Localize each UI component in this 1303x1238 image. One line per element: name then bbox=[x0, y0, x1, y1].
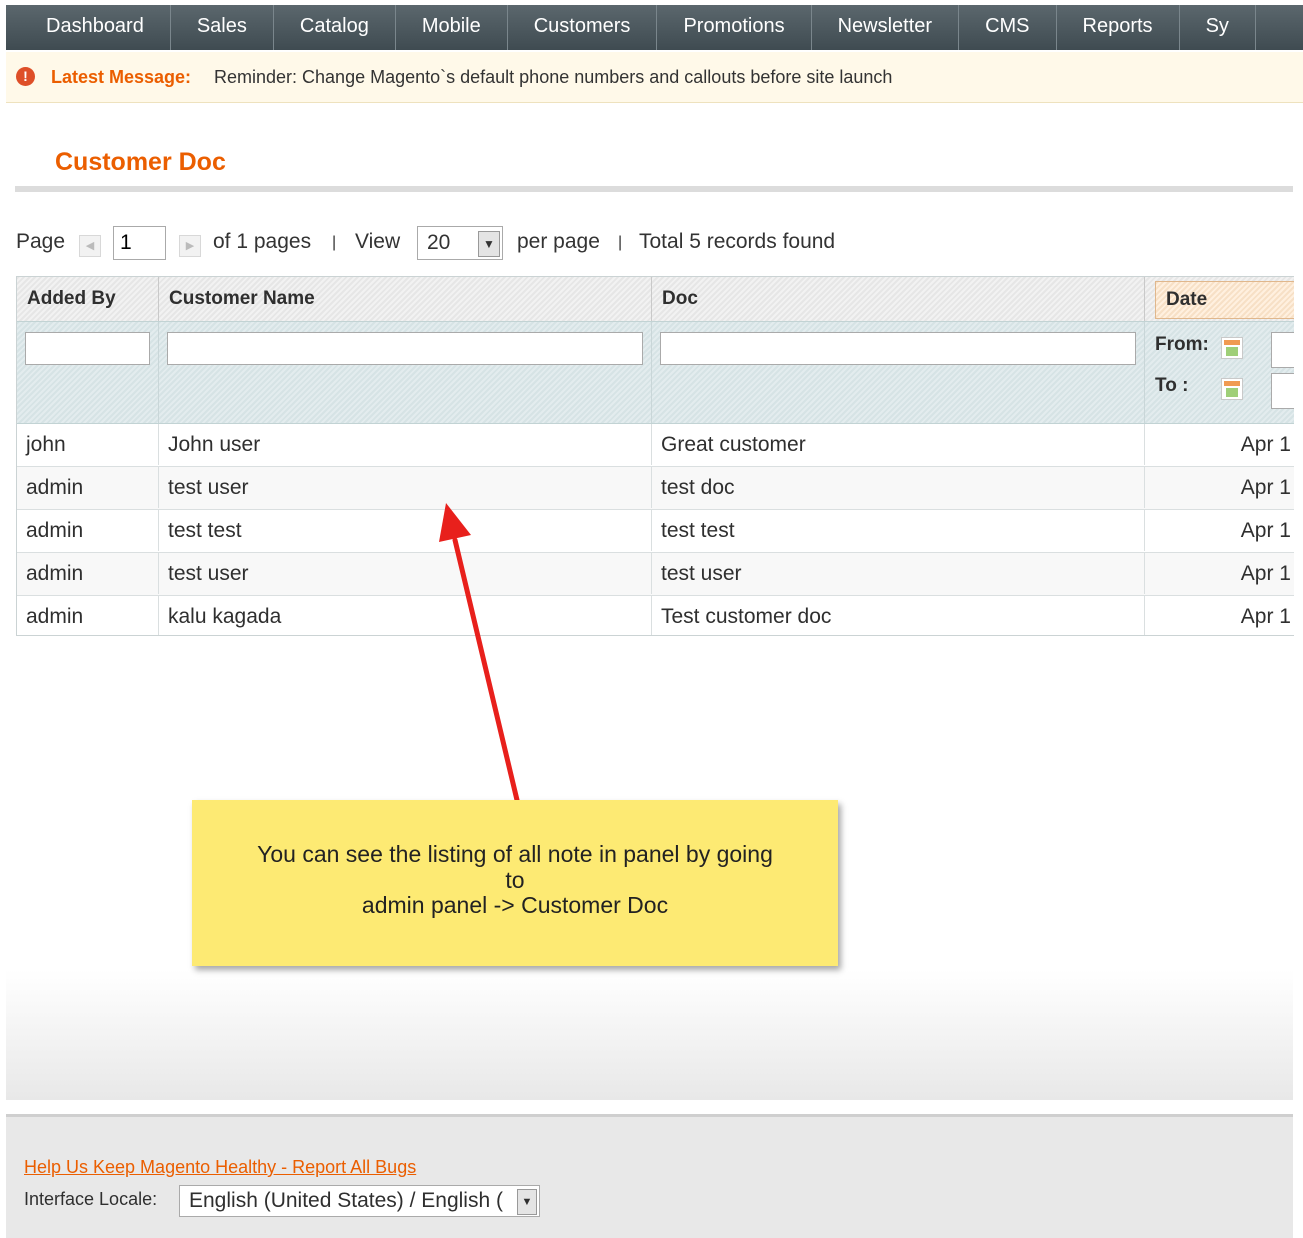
table-row[interactable]: admin test user test user Apr 1 bbox=[17, 553, 1294, 596]
cell-customer-name: test user bbox=[159, 467, 652, 508]
date-to-input[interactable] bbox=[1271, 373, 1294, 409]
column-header-date[interactable]: Date bbox=[1155, 281, 1294, 319]
cell-doc: test test bbox=[652, 510, 1145, 551]
added-by-filter-input[interactable] bbox=[25, 332, 150, 365]
customer-name-filter-input[interactable] bbox=[167, 332, 643, 365]
top-nav: Dashboard Sales Catalog Mobile Customers… bbox=[6, 5, 1303, 50]
grid-body: john John user Great customer Apr 1 admi… bbox=[17, 424, 1294, 635]
chevron-down-icon: ▼ bbox=[478, 231, 500, 257]
cell-added-by: admin bbox=[17, 467, 159, 508]
nav-item-newsletter[interactable]: Newsletter bbox=[812, 5, 960, 50]
table-row[interactable]: john John user Great customer Apr 1 bbox=[17, 424, 1294, 467]
annotation-note: You can see the listing of all note in p… bbox=[192, 800, 838, 966]
nav-item-catalog[interactable]: Catalog bbox=[274, 5, 396, 50]
content-bottom bbox=[6, 970, 1293, 1100]
prev-page-button[interactable]: ◀ bbox=[79, 235, 101, 257]
note-line: to bbox=[505, 867, 525, 893]
nav-item-customers[interactable]: Customers bbox=[508, 5, 658, 50]
cell-date: Apr 1 bbox=[1240, 433, 1291, 456]
cell-added-by: admin bbox=[17, 596, 159, 635]
nav-item-system[interactable]: Sy bbox=[1180, 5, 1256, 50]
interface-locale-select[interactable]: English (United States) / English ( ▼ bbox=[179, 1185, 540, 1217]
alert-icon: ! bbox=[16, 67, 35, 86]
page-title: Customer Doc bbox=[55, 148, 226, 176]
cell-doc: test doc bbox=[652, 467, 1145, 508]
cell-date: Apr 1 bbox=[1240, 519, 1291, 542]
nav-item-cms[interactable]: CMS bbox=[959, 5, 1057, 50]
per-page-select[interactable]: 20 ▼ bbox=[417, 226, 503, 260]
date-from-label: From: bbox=[1155, 334, 1209, 355]
nav-item-mobile[interactable]: Mobile bbox=[396, 5, 508, 50]
page-number-input[interactable] bbox=[113, 226, 166, 260]
cell-date: Apr 1 bbox=[1240, 605, 1291, 628]
column-header-added-by[interactable]: Added By bbox=[17, 277, 159, 321]
cell-added-by: john bbox=[17, 424, 159, 465]
table-row[interactable]: admin test test test test Apr 1 bbox=[17, 510, 1294, 553]
latest-message-label: Latest Message: bbox=[51, 67, 192, 87]
latest-message-text[interactable]: Reminder: Change Magento`s default phone… bbox=[214, 52, 892, 102]
cell-customer-name: John user bbox=[159, 424, 652, 465]
cell-added-by: admin bbox=[17, 553, 159, 594]
cell-customer-name: kalu kagada bbox=[159, 596, 652, 635]
calendar-icon[interactable] bbox=[1221, 337, 1243, 359]
title-divider bbox=[15, 186, 1293, 192]
cell-doc: test user bbox=[652, 553, 1145, 594]
column-header-customer-name[interactable]: Customer Name bbox=[159, 277, 652, 321]
total-records-text: Total 5 records found bbox=[639, 230, 836, 253]
nav-item-promotions[interactable]: Promotions bbox=[657, 5, 812, 50]
date-to-label: To : bbox=[1155, 375, 1189, 396]
table-row[interactable]: admin test user test doc Apr 1 bbox=[17, 467, 1294, 510]
of-pages-text: of 1 pages bbox=[213, 230, 312, 253]
pager-separator: | bbox=[332, 234, 337, 251]
cell-customer-name: test test bbox=[159, 510, 652, 551]
cell-date: Apr 1 bbox=[1240, 476, 1291, 499]
nav-item-reports[interactable]: Reports bbox=[1057, 5, 1180, 50]
column-header-doc[interactable]: Doc bbox=[652, 277, 1145, 321]
cell-doc: Great customer bbox=[652, 424, 1145, 465]
doc-filter-input[interactable] bbox=[660, 332, 1136, 365]
nav-item-dashboard[interactable]: Dashboard bbox=[6, 5, 171, 50]
grid-filter-row: From: To : bbox=[17, 322, 1294, 424]
table-row[interactable]: admin kalu kagada Test customer doc Apr … bbox=[17, 596, 1294, 635]
next-page-button[interactable]: ▶ bbox=[179, 235, 201, 257]
cell-doc: Test customer doc bbox=[652, 596, 1145, 635]
calendar-icon[interactable] bbox=[1221, 378, 1243, 400]
chevron-down-icon: ▼ bbox=[517, 1189, 537, 1215]
latest-message-bar: ! Latest Message: Reminder: Change Magen… bbox=[6, 52, 1303, 103]
grid-header-row: Added By Customer Name Doc Date bbox=[17, 277, 1294, 322]
page-label: Page bbox=[16, 230, 66, 253]
footer: Help Us Keep Magento Healthy - Report Al… bbox=[6, 1114, 1293, 1238]
report-bugs-link[interactable]: Help Us Keep Magento Healthy - Report Al… bbox=[24, 1157, 416, 1178]
locale-value: English (United States) / English ( bbox=[189, 1189, 503, 1212]
per-page-label: per page bbox=[517, 230, 600, 253]
per-page-value: 20 bbox=[427, 231, 451, 254]
interface-locale-label: Interface Locale: bbox=[24, 1189, 158, 1209]
view-label: View bbox=[355, 230, 401, 253]
nav-item-sales[interactable]: Sales bbox=[171, 5, 274, 50]
cell-added-by: admin bbox=[17, 510, 159, 551]
pager-separator: | bbox=[618, 234, 623, 251]
cell-date: Apr 1 bbox=[1240, 562, 1291, 585]
note-line: admin panel -> Customer Doc bbox=[361, 892, 669, 918]
date-from-input[interactable] bbox=[1271, 332, 1294, 368]
cell-customer-name: test user bbox=[159, 553, 652, 594]
customer-doc-grid: Added By Customer Name Doc Date From: To… bbox=[16, 276, 1294, 636]
note-line: You can see the listing of all note in p… bbox=[257, 841, 773, 867]
